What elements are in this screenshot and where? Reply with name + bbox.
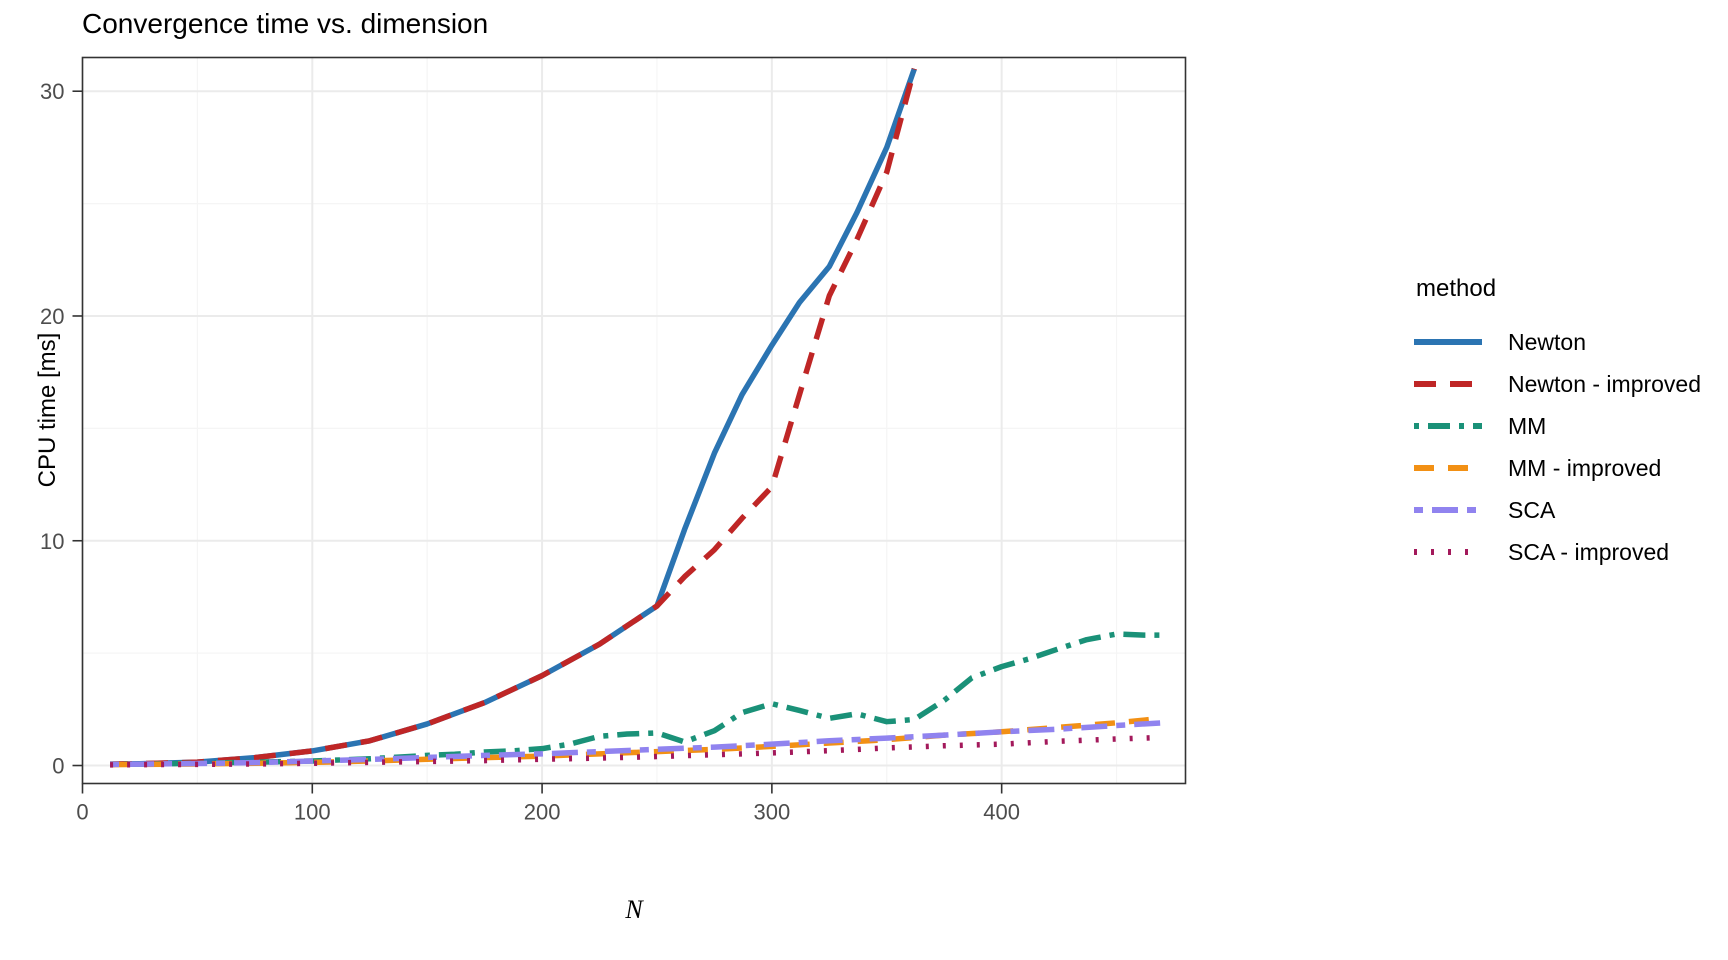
legend-key-swatch [1414, 381, 1482, 387]
gridlines-major [81, 57, 1186, 784]
legend-item[interactable]: Newton - improved [1412, 363, 1712, 405]
legend-item-label: SCA - improved [1508, 538, 1670, 565]
legend-item-label: SCA [1508, 496, 1556, 523]
legend: method Newton Newton - improved MM MM - imp… [1412, 275, 1712, 573]
x-axis-tick-label: 0 [76, 800, 88, 825]
series-line-newton-improved [110, 68, 918, 767]
legend-key-swatch [1414, 423, 1482, 429]
legend-title: method [1416, 275, 1497, 302]
legend-item[interactable]: MM [1412, 405, 1712, 447]
legend-item-label: MM - improved [1508, 454, 1662, 481]
x-axis-tick-labels: 0 100 200 300 400 [76, 800, 1020, 825]
legend-item[interactable]: Newton [1412, 321, 1712, 363]
legend-item-label: MM [1508, 412, 1547, 439]
legend-item-label: Newton [1508, 328, 1586, 355]
y-axis-tick-label: 30 [40, 79, 64, 104]
legend-key-swatch [1414, 465, 1482, 471]
chart-root: Convergence time vs. dimension CPU time … [0, 0, 1728, 960]
y-axis-tick-labels: 0 10 20 30 [40, 79, 64, 778]
legend-key-swatch [1414, 507, 1482, 513]
x-axis-title: N [625, 895, 643, 924]
y-axis-tick-label: 20 [40, 304, 64, 329]
data-series-group [110, 67, 1163, 768]
y-axis-tick-label: 0 [52, 754, 64, 779]
gridlines-minor [82, 57, 1186, 784]
y-axis-tick-label: 10 [40, 529, 64, 554]
legend-item[interactable]: SCA [1412, 489, 1712, 531]
legend-item-label: Newton - improved [1508, 370, 1702, 397]
legend-item[interactable]: SCA - improved [1412, 531, 1712, 573]
panel-border [81, 56, 1187, 785]
x-axis-tick-label: 200 [524, 800, 561, 825]
legend-items: Newton Newton - improved MM MM - improved SC… [1412, 321, 1712, 573]
x-axis-tick-label: 100 [294, 800, 331, 825]
x-axis-tick-label: 300 [754, 800, 791, 825]
series-line-newton [110, 67, 917, 767]
x-axis-tick-label: 400 [983, 800, 1020, 825]
legend-item[interactable]: MM - improved [1412, 447, 1712, 489]
legend-key-swatch [1414, 339, 1482, 345]
legend-key-swatch [1414, 549, 1482, 555]
